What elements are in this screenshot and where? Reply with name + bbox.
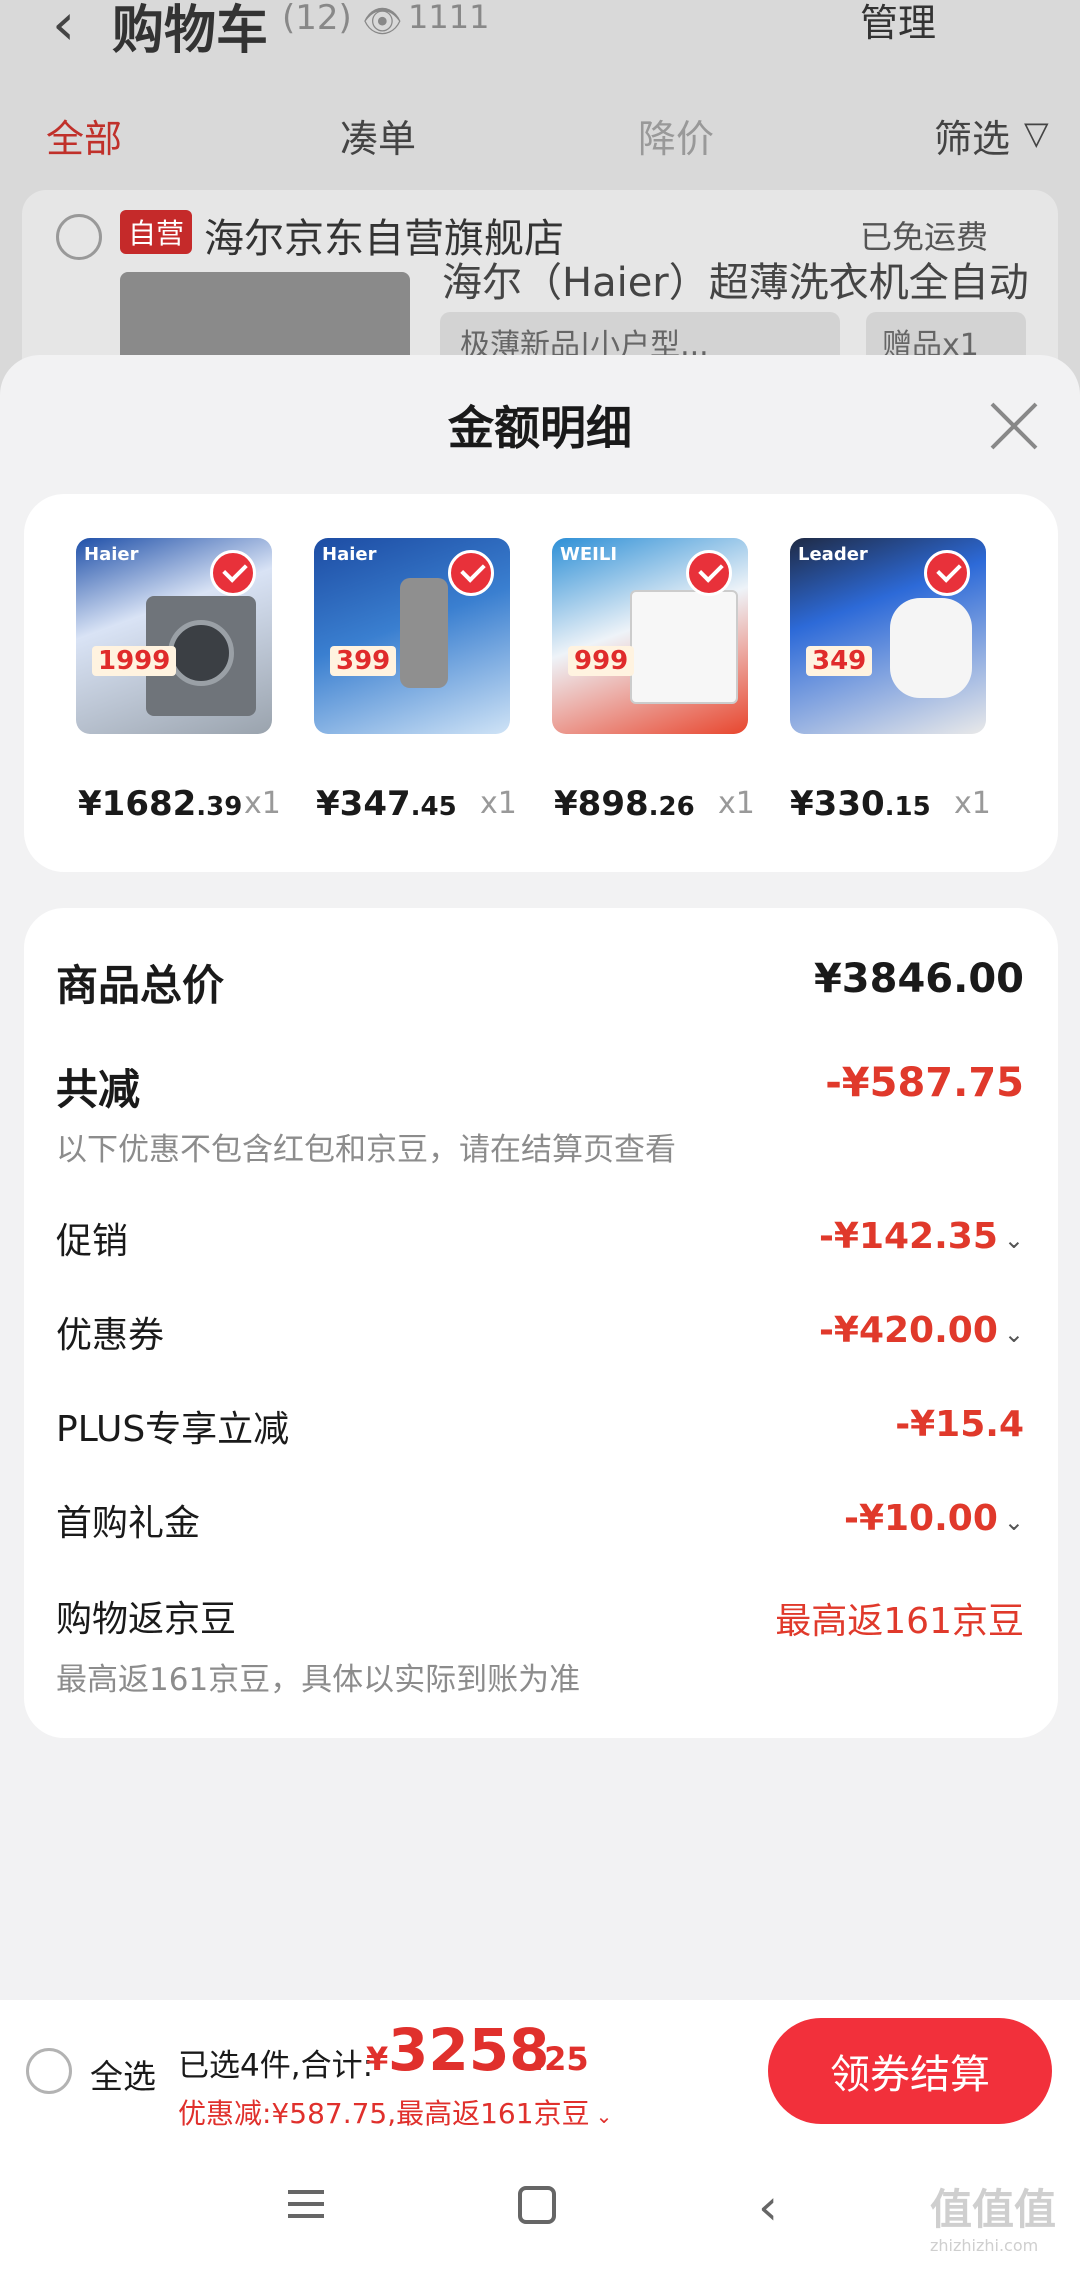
discount-summary[interactable]: 优惠减:¥587.75,最高返161京豆 ⌄ (178, 2092, 612, 2132)
promo-price-tag: 999 (568, 646, 635, 676)
plus-discount-value: -¥15.4 (895, 1404, 1024, 1445)
tab-filter[interactable]: 筛选 (934, 108, 1010, 163)
watermark-url: zhizhizhi.com (930, 2236, 1039, 2255)
total-reduction-label: 共减 (56, 1065, 141, 1114)
checkmark-icon (210, 550, 256, 596)
brand-logo: Leader (798, 544, 868, 565)
reduction-note: 以下优惠不包含红包和京豆，请在结算页查看 (56, 1132, 676, 1168)
item-thumbnail[interactable]: Leader 349 (790, 538, 986, 734)
first-purchase-label: 首购礼金 (56, 1503, 201, 1544)
brand-logo: Haier (84, 544, 139, 565)
brand-logo: WEILI (560, 544, 618, 565)
promo-price-tag: 1999 (92, 646, 177, 676)
cart-header: ‹ 购物车 (12) 👁 1111 管理 (0, 0, 1080, 80)
coupon-label: 优惠券 (56, 1315, 165, 1356)
close-icon[interactable] (984, 396, 1044, 456)
checkout-button[interactable]: 领券结算 (768, 2018, 1052, 2124)
selected-summary: 已选4件,合计: (178, 2048, 374, 2084)
total-price-label: 商品总价 (56, 961, 225, 1010)
promo-price-tag: 399 (330, 646, 397, 676)
beans-label: 购物返京豆 (56, 1599, 237, 1640)
item-quantity: x1 (480, 786, 517, 821)
chevron-down-icon: ⌄ (1003, 1320, 1024, 1348)
promo-price-tag: 349 (806, 646, 873, 676)
menu-icon[interactable] (288, 2190, 324, 2218)
sheet-title: 金额明细 (448, 401, 632, 455)
coupon-row[interactable]: -¥420.00 ⌄ (819, 1310, 1024, 1351)
chevron-down-icon: ⌄ (1003, 1508, 1024, 1536)
manage-button[interactable]: 管理 (860, 0, 936, 47)
item-price: ¥347.45 (316, 784, 457, 824)
total-price-value: ¥3846.00 (813, 956, 1024, 1002)
tab-bundle[interactable]: 凑单 (340, 108, 416, 163)
select-all-radio[interactable] (26, 2048, 72, 2094)
first-purchase-row[interactable]: -¥10.00 ⌄ (844, 1498, 1024, 1539)
washer-image (630, 590, 738, 704)
washer-door (168, 620, 234, 686)
filter-icon[interactable]: ▽ (1024, 114, 1049, 152)
chevron-down-icon: ⌄ (1003, 1226, 1024, 1254)
tab-price-drop[interactable]: 降价 (638, 108, 714, 163)
total-currency: ¥ (366, 2040, 389, 2078)
item-thumbnail[interactable]: Haier 399 (314, 538, 510, 734)
promotion-label: 促销 (56, 1221, 129, 1262)
item-quantity: x1 (718, 786, 755, 821)
brand-logo: Haier (322, 544, 377, 565)
total-integer: 3258 (388, 2016, 550, 2084)
cart-count: (12) (282, 0, 352, 38)
page-title: 购物车 (112, 1, 269, 61)
checkmark-icon (448, 550, 494, 596)
total-decimal: .25 (532, 2040, 589, 2078)
store-radio[interactable] (56, 214, 102, 260)
item-price: ¥330.15 (790, 784, 931, 824)
checkmark-icon (924, 550, 970, 596)
watermark: 值值值 (930, 2185, 1057, 2234)
item-quantity: x1 (954, 786, 991, 821)
chevron-down-icon: ⌄ (595, 2104, 613, 2128)
product-title[interactable]: 海尔（Haier）超薄洗衣机全自动 (442, 250, 1029, 308)
item-thumbnail[interactable]: Haier 1999 (76, 538, 272, 734)
item-quantity: x1 (244, 786, 281, 821)
item-price: ¥1682.39 (78, 784, 243, 824)
eye-icon: 👁 (362, 2, 403, 40)
beans-value: 最高返161京豆 (775, 1601, 1024, 1642)
promotion-row[interactable]: -¥142.35 ⌄ (819, 1216, 1024, 1257)
self-operated-badge: 自营 (120, 210, 193, 254)
item-thumbnail[interactable]: WEILI 999 (552, 538, 748, 734)
select-all-label[interactable]: 全选 (90, 2050, 156, 2098)
plus-discount-label: PLUS专享立减 (56, 1409, 290, 1450)
item-price: ¥898.26 (554, 784, 695, 824)
checkmark-icon (686, 550, 732, 596)
back-icon[interactable]: ‹ (52, 0, 75, 58)
total-reduction-value: -¥587.75 (825, 1060, 1024, 1106)
nav-back-icon[interactable]: ‹ (758, 2178, 778, 2236)
cart-tabs: 全部 凑单 降价 筛选 ▽ (0, 108, 1080, 168)
water-heater-image (890, 598, 972, 698)
tab-all[interactable]: 全部 (46, 108, 122, 163)
home-icon[interactable] (518, 2186, 556, 2224)
beans-note: 最高返161京豆，具体以实际到账为准 (56, 1662, 581, 1698)
view-count: 1111 (408, 0, 490, 36)
filter-image (400, 578, 448, 688)
